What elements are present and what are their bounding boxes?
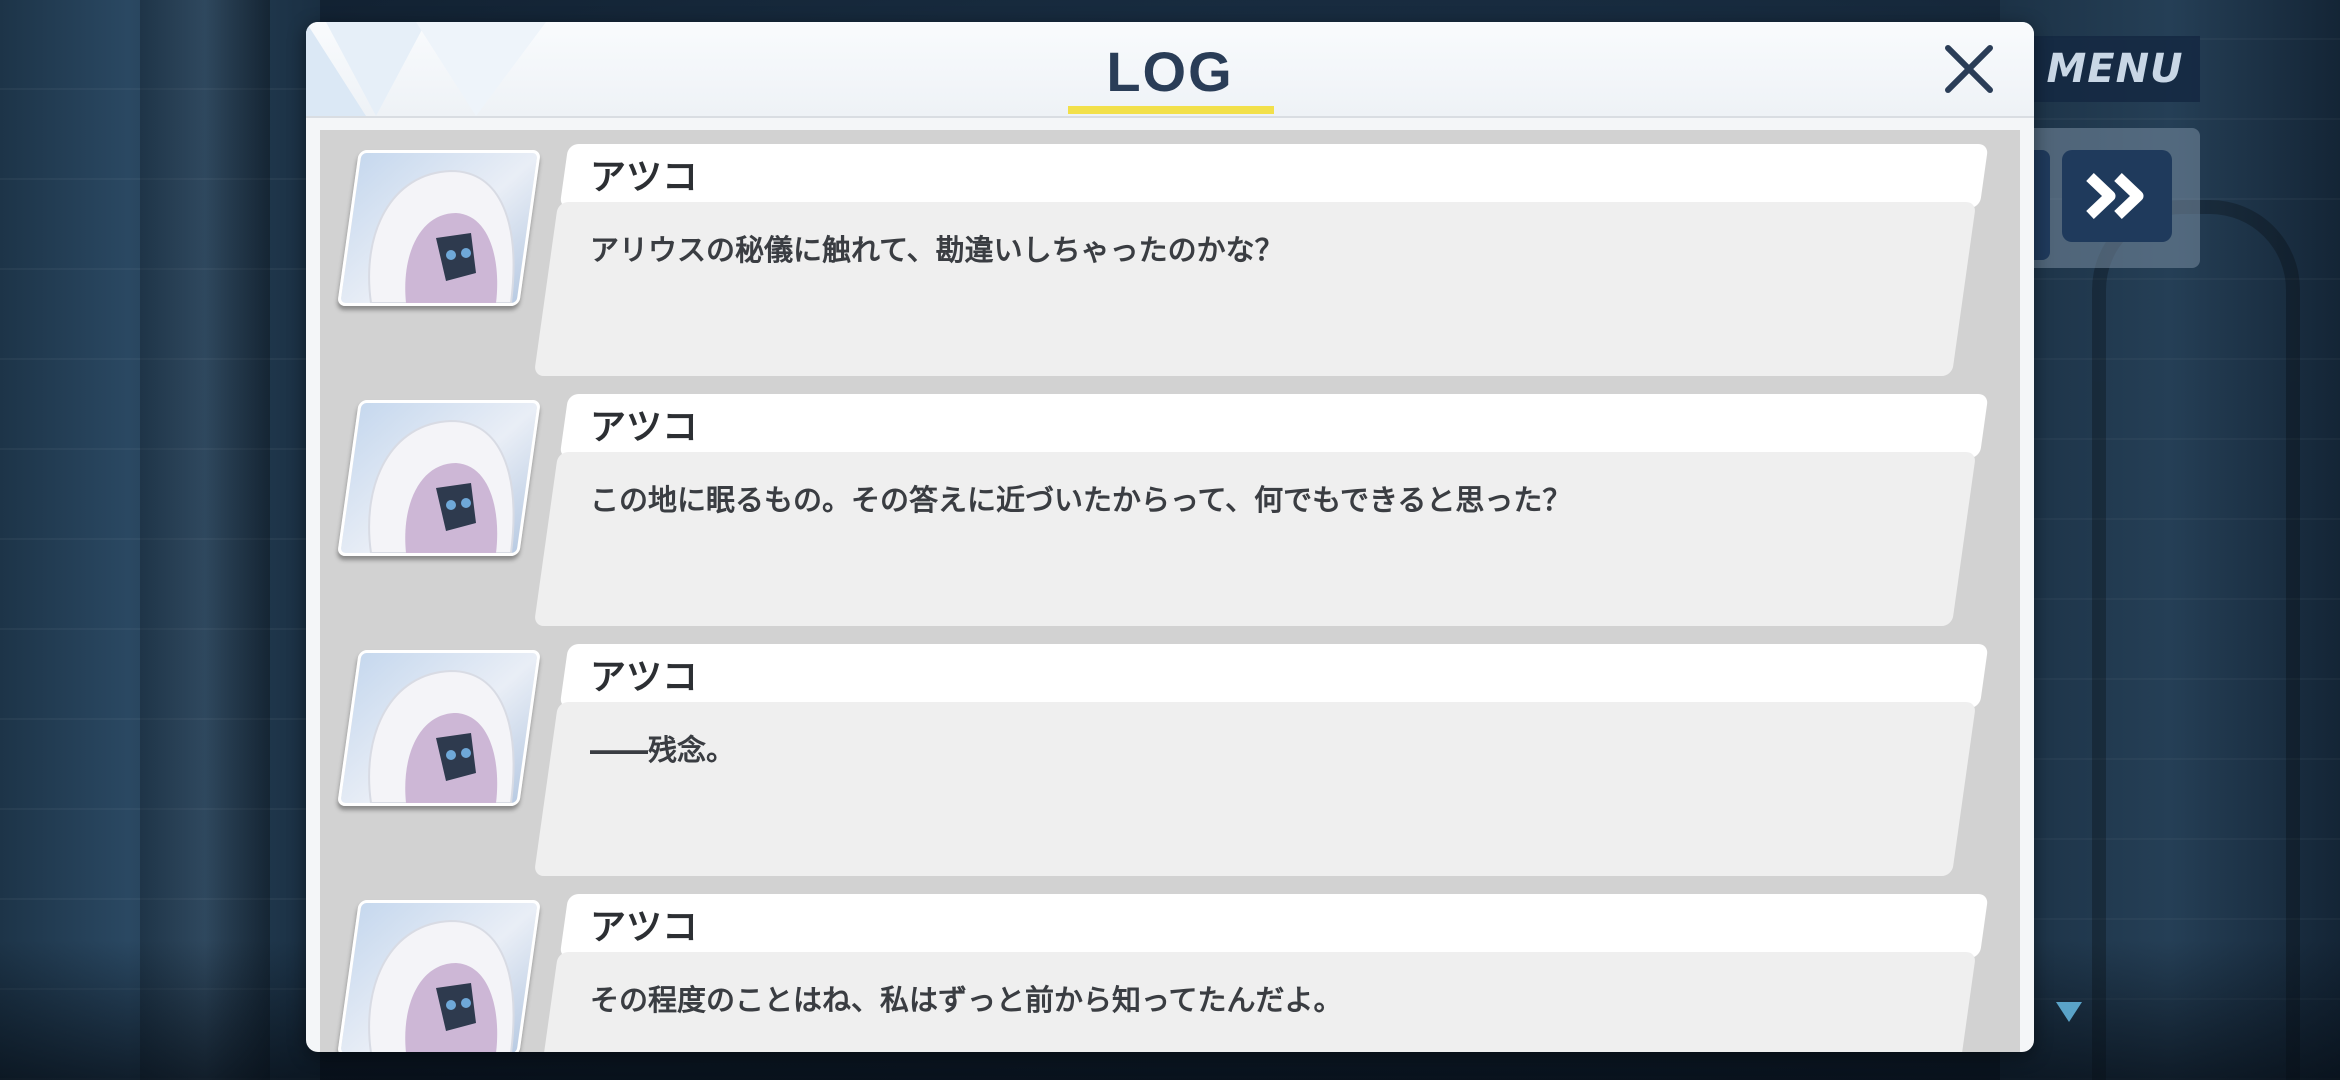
speaker-avatar — [337, 400, 541, 556]
background-pillar — [140, 0, 270, 1080]
log-title: LOG — [1106, 40, 1234, 103]
title-underline — [1068, 106, 1274, 114]
log-dialog-header: LOG — [306, 22, 2034, 118]
log-entry: アツコ アリウスの秘儀に触れて、勘違いしちゃったのかな？ — [320, 130, 2020, 380]
speaker-name: アツコ — [590, 907, 699, 948]
speaker-name: アツコ — [590, 407, 699, 448]
speaker-name: アツコ — [590, 157, 699, 198]
speaker-avatar — [337, 150, 541, 306]
dialogue-text: この地に眠るもの。その答えに近づいたからって、何でもできると思った？ — [590, 483, 1572, 517]
log-dialog: LOG アツコ アリウスの秘儀に触れて、勘違いしちゃったのかな？ アツコ この地… — [306, 22, 2034, 1052]
name-plate — [559, 894, 1989, 958]
speaker-avatar — [337, 900, 541, 1052]
log-entry: アツコ ――残念。 — [320, 630, 2020, 880]
name-plate — [559, 394, 1989, 458]
log-entry: アツコ この地に眠るもの。その答えに近づいたからって、何でもできると思った？ — [320, 380, 2020, 630]
log-entry: アツコ その程度のことはね、私はずっと前から知ってたんだよ。 — [320, 880, 2020, 1052]
close-icon — [1945, 45, 1993, 93]
dialogue-text: その程度のことはね、私はずっと前から知ってたんだよ。 — [590, 983, 1343, 1017]
speaker-name: アツコ — [590, 657, 699, 698]
dialogue-text: アリウスの秘儀に触れて、勘違いしちゃったのかな？ — [590, 233, 1284, 267]
menu-button[interactable]: MENU — [2030, 36, 2200, 102]
dialogue-text: ――残念。 — [590, 733, 736, 767]
name-plate — [559, 644, 1989, 708]
speaker-avatar — [337, 650, 541, 806]
triangle-down-icon — [2056, 1002, 2082, 1022]
fast-forward-icon — [2086, 173, 2144, 219]
close-button[interactable] — [1936, 36, 2002, 102]
log-entry-list[interactable]: アツコ アリウスの秘儀に触れて、勘違いしちゃったのかな？ アツコ この地に眠るも… — [320, 130, 2020, 1052]
story-scene-background: MENU LOG アツコ アリウスの秘儀に触れて、勘違いしちゃったのかな？ アツ… — [0, 0, 2340, 1080]
skip-button[interactable] — [2062, 150, 2172, 242]
name-plate — [559, 144, 1989, 208]
